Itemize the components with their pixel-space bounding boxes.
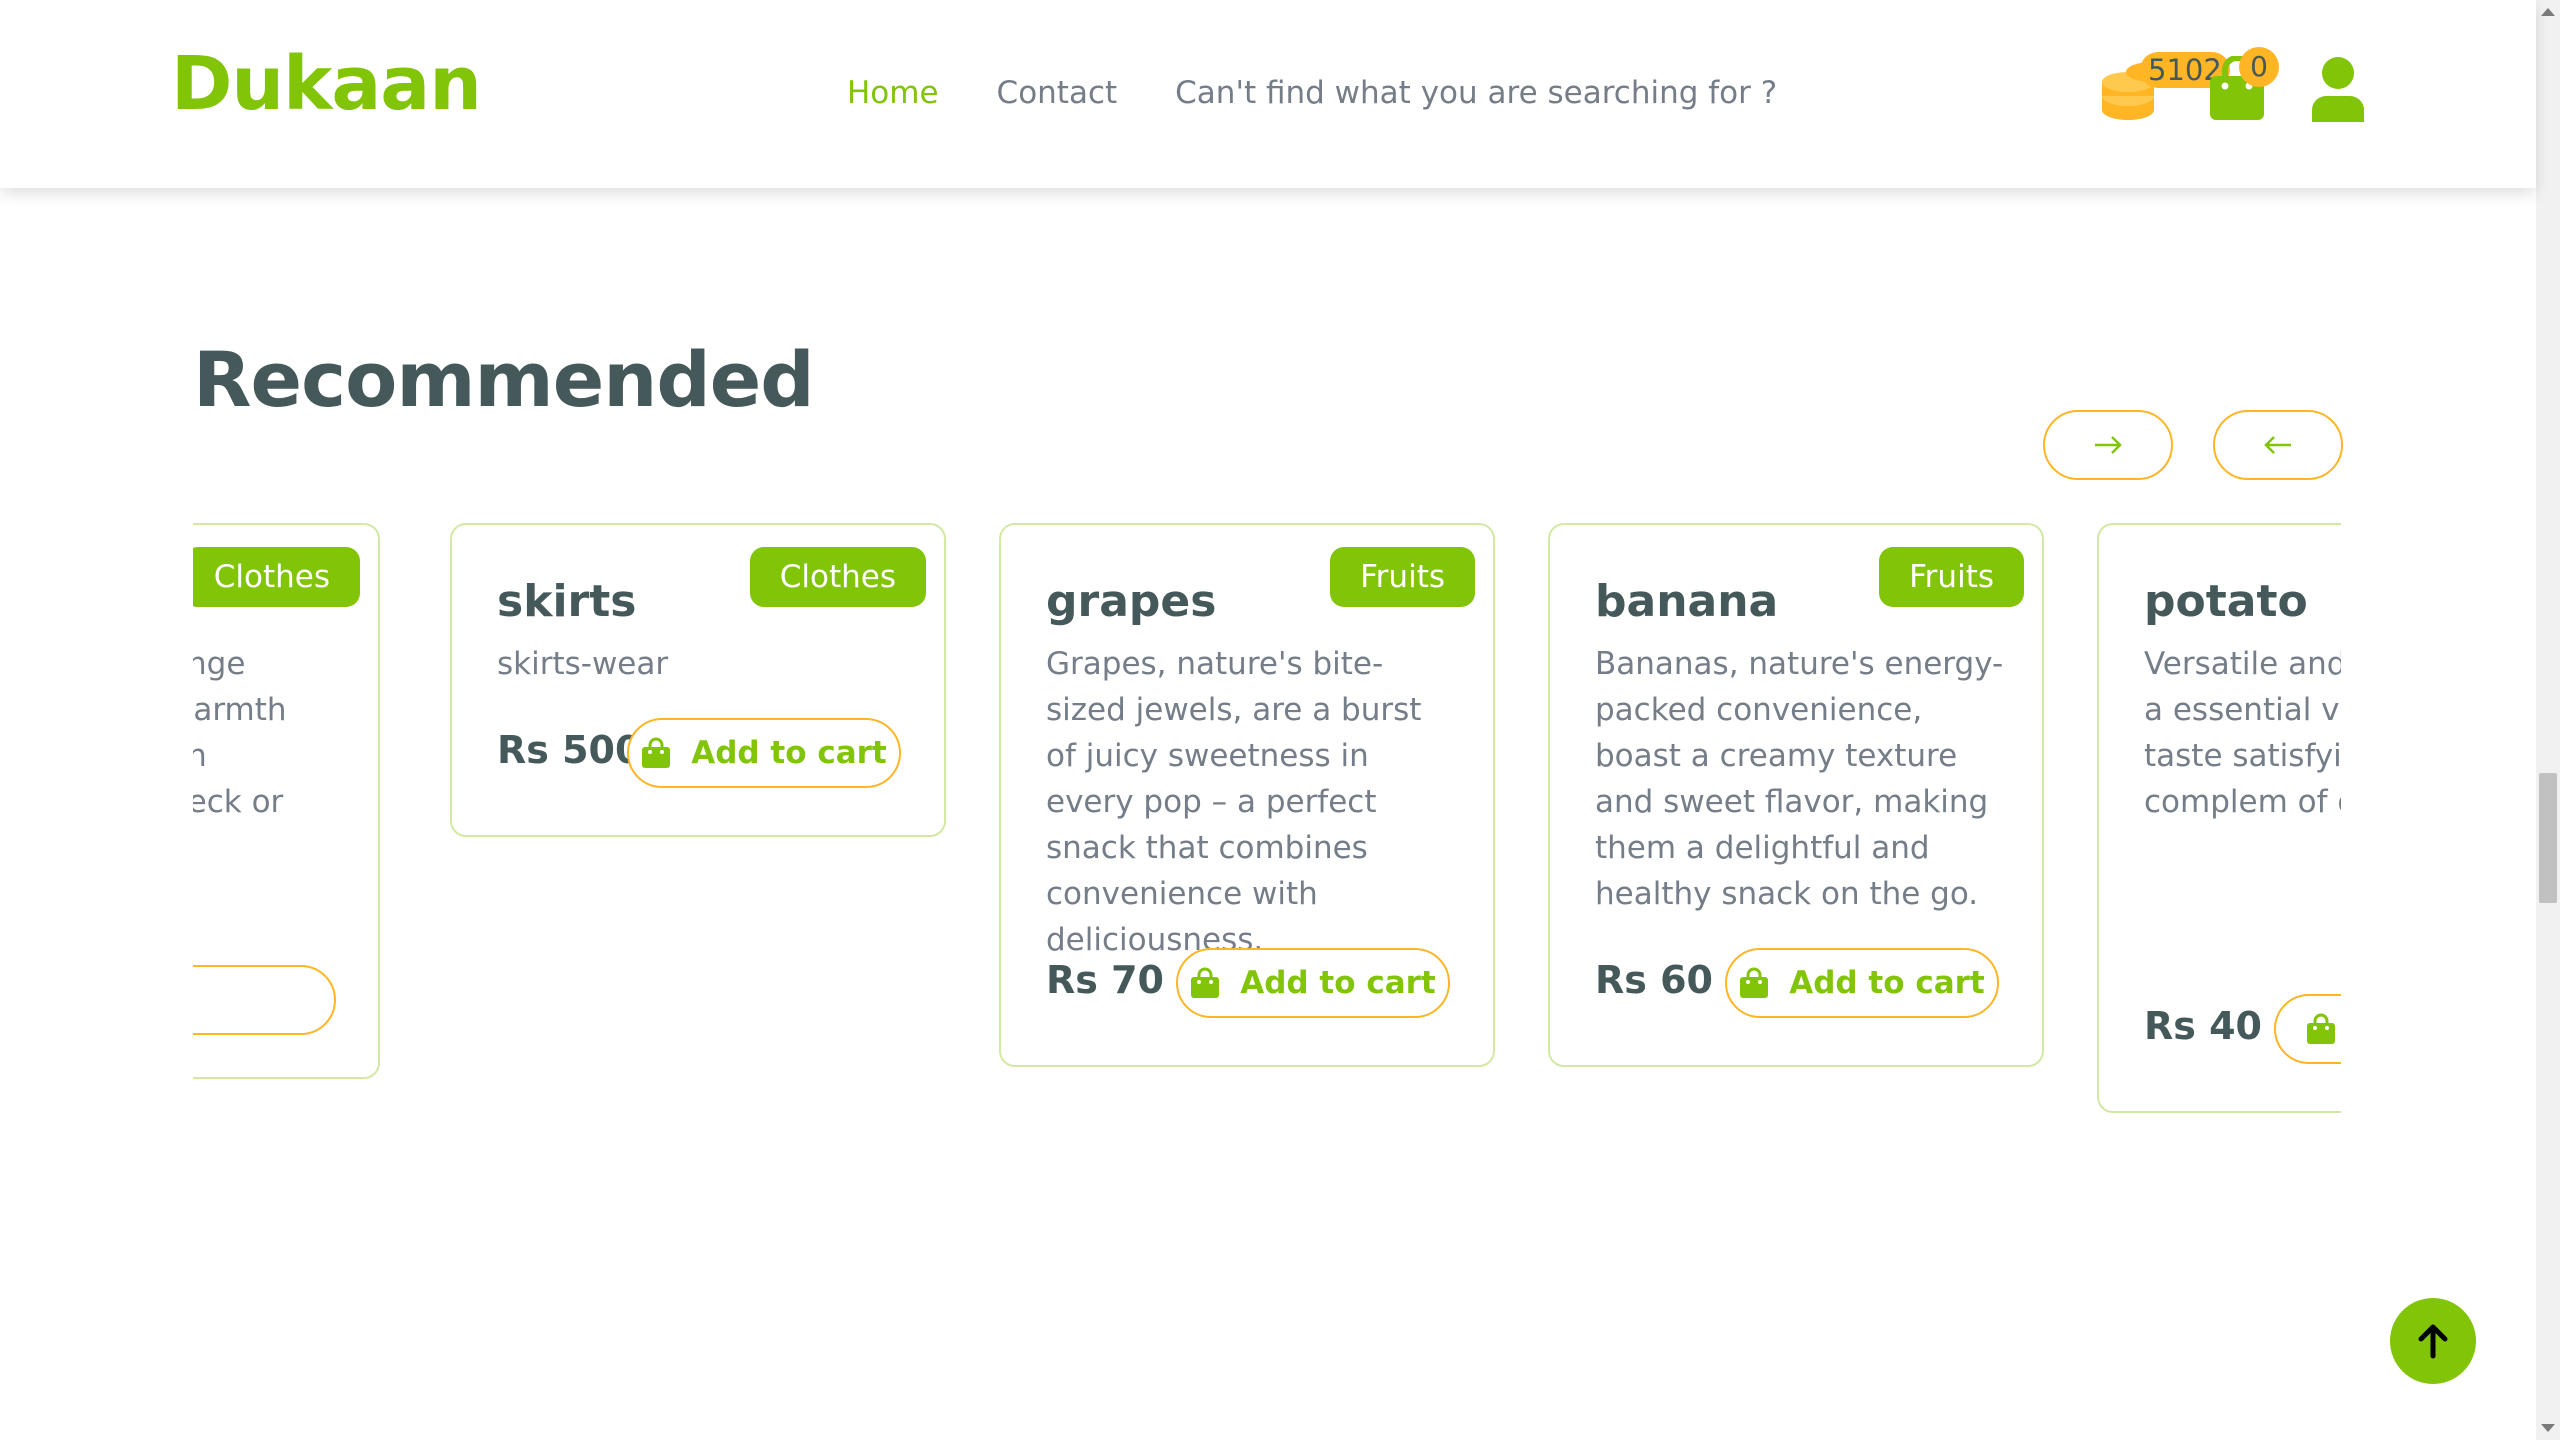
product-card[interactable]: Fruits banana Bananas, nature's energy-p… xyxy=(1548,523,2044,1067)
product-name: potato xyxy=(2144,576,2308,627)
section-title: Recommended xyxy=(193,335,815,424)
page-scrollbar[interactable] xyxy=(2536,0,2560,1440)
arrow-right-icon xyxy=(2095,436,2122,454)
add-to-cart-button[interactable]: Add to cart xyxy=(1725,948,1999,1018)
product-description-line: ange xyxy=(193,646,246,682)
shopping-bag-icon xyxy=(2307,1013,2335,1044)
add-to-cart-button[interactable]: Add to cart xyxy=(1176,948,1450,1018)
category-badge: Clothes xyxy=(193,547,360,607)
product-description: skirts-wear xyxy=(497,646,669,682)
carousel-prev-button[interactable] xyxy=(2213,410,2343,480)
product-name: banana xyxy=(1595,576,1779,627)
category-badge: Fruits xyxy=(1879,547,2024,607)
category-badge: Fruits xyxy=(1330,547,1475,607)
scroll-up-arrow-icon[interactable] xyxy=(2541,8,2555,16)
product-name: skirts xyxy=(497,576,637,627)
add-to-cart-label: Add to cart xyxy=(691,735,887,771)
shopping-bag-icon xyxy=(1191,967,1220,998)
shopping-bag-icon xyxy=(642,737,671,768)
add-to-cart-button[interactable] xyxy=(193,965,336,1035)
carousel-next-button[interactable] xyxy=(2043,410,2173,480)
product-description: Grapes, nature's bite-sized jewels, are … xyxy=(1046,646,1422,958)
product-name: grapes xyxy=(1046,576,1217,627)
page: Dukaan Home Contact Can't find what you … xyxy=(0,0,2536,1440)
arrow-left-icon xyxy=(2264,436,2291,454)
product-price: Rs 60 xyxy=(1595,958,1713,1002)
product-description-line: warmth xyxy=(193,692,287,728)
main-nav: Home Contact Can't find what you are sea… xyxy=(847,68,1777,118)
product-card[interactable]: Clothes skirts skirts-wear Rs 500 Add to… xyxy=(450,523,946,837)
back-to-top-button[interactable] xyxy=(2390,1298,2476,1384)
add-to-cart-button[interactable]: Add to cart xyxy=(627,718,901,788)
product-description: Bananas, nature's energy-packed convenie… xyxy=(1595,646,2004,912)
category-badge: Clothes xyxy=(749,547,926,607)
product-description-line: en xyxy=(193,738,207,774)
add-to-cart-label: Add to cart xyxy=(1789,965,1985,1001)
product-price: Rs 40 xyxy=(2144,1004,2262,1048)
arrow-up-icon xyxy=(2418,1324,2448,1359)
product-card[interactable]: potato Versatile and the potato is a ess… xyxy=(2097,523,2341,1113)
product-card[interactable]: Fruits grapes Grapes, nature's bite-size… xyxy=(999,523,1495,1067)
add-to-cart-label: Add to cart xyxy=(1240,965,1436,1001)
product-price: Rs 500 xyxy=(497,728,642,772)
site-logo[interactable]: Dukaan xyxy=(171,38,482,130)
user-icon[interactable] xyxy=(2310,56,2366,122)
nav-request-link[interactable]: Can't find what you are searching for ? xyxy=(1175,68,1777,118)
product-description: Versatile and the potato is a essential … xyxy=(2144,646,2341,820)
scroll-down-arrow-icon[interactable] xyxy=(2541,1424,2555,1432)
cart-count-badge: 0 xyxy=(2239,47,2279,87)
site-header: Dukaan Home Contact Can't find what you … xyxy=(0,0,2536,188)
product-price: Rs 70 xyxy=(1046,958,1164,1002)
nav-home-link[interactable]: Home xyxy=(847,68,939,118)
scrollbar-thumb[interactable] xyxy=(2539,773,2557,903)
product-card[interactable]: Clothes ange warmth en neck or xyxy=(193,523,380,1079)
shopping-bag-icon xyxy=(1740,967,1769,998)
product-carousel[interactable]: Clothes ange warmth en neck or Clothes s… xyxy=(193,520,2341,1120)
product-description-line: neck or xyxy=(193,784,284,820)
add-to-cart-button[interactable] xyxy=(2274,994,2341,1064)
product-description: ange warmth en neck or xyxy=(193,641,338,825)
nav-contact-link[interactable]: Contact xyxy=(997,68,1118,118)
